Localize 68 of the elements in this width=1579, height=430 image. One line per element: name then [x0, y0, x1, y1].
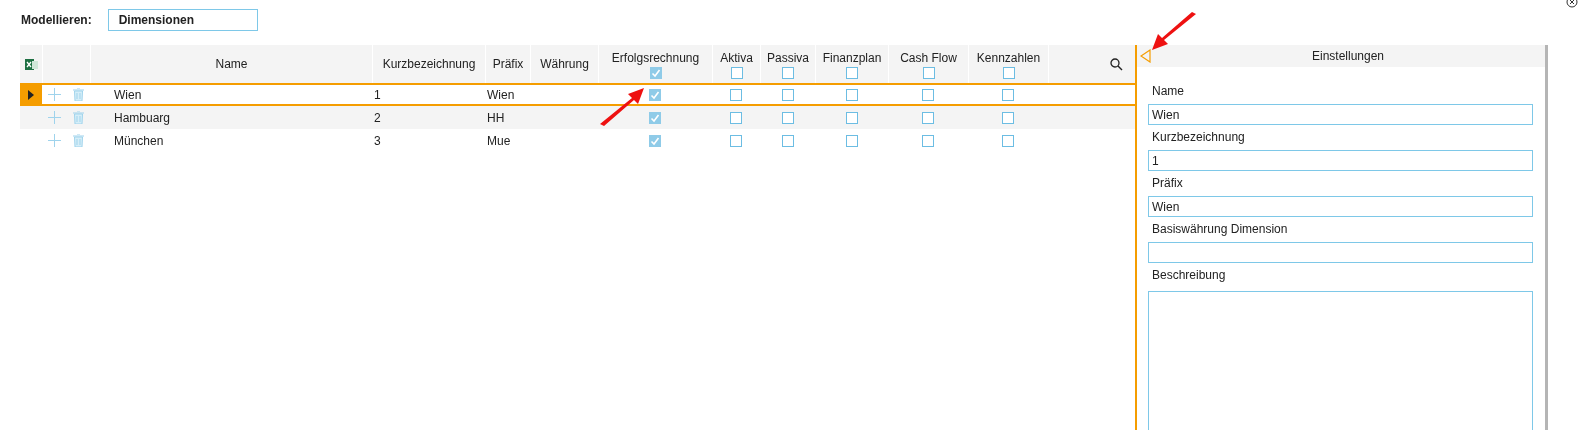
- column-header[interactable]: Kurzbezeichnung: [382, 55, 476, 73]
- column-header[interactable]: Kennzahlen: [976, 49, 1041, 67]
- checkbox[interactable]: [845, 134, 858, 147]
- input-field[interactable]: 1: [1148, 150, 1533, 171]
- checkbox[interactable]: [922, 67, 935, 79]
- table-row[interactable]: Hambuarg 2 HH: [20, 106, 1135, 129]
- checkbox[interactable]: [781, 111, 794, 124]
- table-cell: HH: [487, 110, 505, 125]
- spreadsheet-icon[interactable]: [24, 57, 38, 71]
- table-cell: Wien: [114, 87, 142, 102]
- description-field[interactable]: [1148, 291, 1533, 430]
- checkbox[interactable]: [1002, 111, 1014, 124]
- column-header[interactable]: Währung: [540, 55, 589, 73]
- checkbox[interactable]: [649, 67, 662, 79]
- checkbox[interactable]: [922, 134, 934, 147]
- column-header[interactable]: Passiva: [767, 49, 809, 67]
- input-field[interactable]: Wien: [1148, 196, 1533, 217]
- field-label: Beschreibung: [1151, 267, 1227, 284]
- table-cell: 1: [374, 87, 381, 102]
- checkbox[interactable]: [846, 67, 858, 79]
- table-cell: 3: [374, 133, 381, 148]
- checkbox[interactable]: [649, 88, 661, 101]
- trash-icon[interactable]: [73, 111, 84, 124]
- toolbar-label: Modellieren:: [21, 12, 92, 29]
- field-label: Präfix: [1151, 175, 1184, 192]
- checkbox[interactable]: [1002, 134, 1014, 147]
- checkbox[interactable]: [845, 88, 858, 101]
- checkbox[interactable]: [781, 134, 794, 147]
- add-icon[interactable]: [48, 134, 61, 147]
- column-header[interactable]: Erfolgsrechnung: [611, 49, 700, 67]
- table-cell: Hambuarg: [114, 110, 171, 125]
- checkbox[interactable]: [1002, 88, 1014, 101]
- field-label: Kurzbezeichnung: [1151, 129, 1246, 146]
- checkbox[interactable]: [922, 111, 934, 124]
- trash-icon[interactable]: [73, 134, 84, 147]
- field-label: Basiswährung Dimension: [1151, 221, 1289, 238]
- input-field[interactable]: Wien: [1148, 104, 1533, 125]
- column-header[interactable]: Name: [215, 55, 248, 73]
- checkbox[interactable]: [845, 111, 858, 124]
- table-cell: Wien: [487, 87, 515, 102]
- add-icon[interactable]: [48, 88, 61, 101]
- table-row[interactable]: Wien 1 Wien: [20, 83, 1135, 106]
- checkbox[interactable]: [781, 88, 794, 101]
- field-label: Name: [1151, 83, 1185, 100]
- row-pointer-icon: [28, 89, 34, 100]
- checkbox[interactable]: [730, 67, 743, 79]
- dimension-field[interactable]: Dimensionen: [107, 9, 258, 31]
- trash-icon[interactable]: [73, 88, 84, 101]
- checkbox[interactable]: [649, 134, 661, 147]
- checkbox[interactable]: [1002, 67, 1015, 79]
- checkbox[interactable]: [649, 111, 661, 124]
- add-icon[interactable]: [48, 111, 61, 124]
- checkbox[interactable]: [730, 88, 742, 101]
- checkbox[interactable]: [922, 88, 934, 101]
- table-cell: München: [114, 133, 164, 148]
- column-header[interactable]: Aktiva: [720, 49, 753, 67]
- search-icon[interactable]: [1110, 57, 1123, 71]
- collapse-left-icon[interactable]: [1140, 49, 1151, 63]
- column-header[interactable]: Finanzplan: [822, 49, 882, 67]
- checkbox[interactable]: [730, 134, 742, 147]
- checkbox[interactable]: [782, 67, 794, 79]
- table-cell: 2: [374, 110, 381, 125]
- column-header[interactable]: Präfix: [492, 55, 524, 73]
- checkbox[interactable]: [730, 111, 742, 124]
- column-header[interactable]: Cash Flow: [900, 49, 957, 67]
- input-field[interactable]: [1148, 242, 1533, 263]
- panel-title: Einstellungen: [1310, 48, 1386, 65]
- table-cell: Mue: [487, 133, 511, 148]
